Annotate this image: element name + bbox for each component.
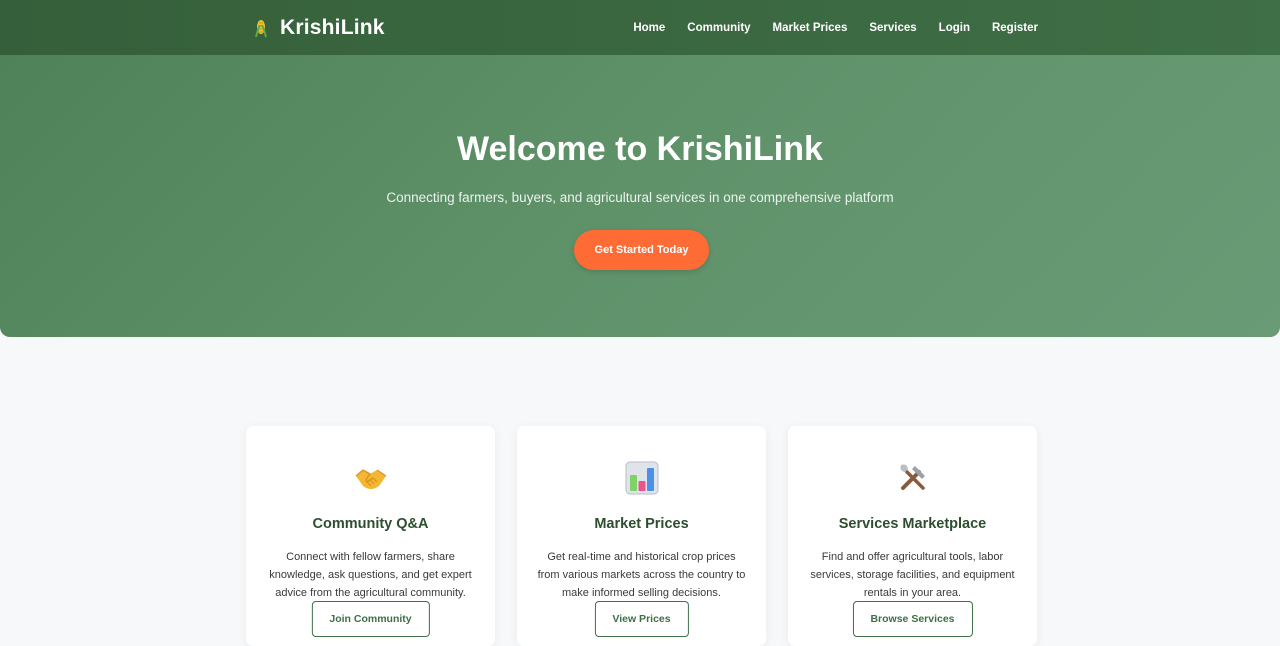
feature-description: Get real-time and historical crop prices…	[537, 551, 746, 599]
feature-description: Find and offer agricultural tools, labor…	[810, 551, 1015, 599]
view-prices-button[interactable]: View Prices	[594, 601, 689, 637]
feature-card-community: Community Q&A Connect with fellow farmer…	[246, 426, 495, 646]
feature-title: Community Q&A	[312, 516, 429, 532]
nav-register[interactable]: Register	[992, 22, 1038, 34]
hero-title: Welcome to KrishiLink	[457, 130, 823, 168]
feature-card-market: Market Prices Get real-time and historic…	[517, 426, 766, 646]
hero-section: Welcome to KrishiLink Connecting farmers…	[0, 55, 1280, 337]
handshake-icon	[355, 469, 386, 489]
browse-services-button[interactable]: Browse Services	[852, 601, 973, 637]
features-section: Community Q&A Connect with fellow farmer…	[246, 426, 1038, 646]
navbar: KrishiLink Home Community Market Prices …	[0, 0, 1280, 55]
nav-market-prices[interactable]: Market Prices	[773, 22, 848, 34]
nav-links: Home Community Market Prices Services Lo…	[633, 0, 1038, 55]
bar-chart-icon	[625, 461, 658, 495]
feature-title: Services Marketplace	[838, 516, 987, 532]
corn-icon	[255, 19, 267, 37]
hero-subtitle: Connecting farmers, buyers, and agricult…	[386, 190, 894, 205]
nav-community[interactable]: Community	[687, 22, 750, 34]
tools-icon	[900, 464, 925, 490]
feature-title: Market Prices	[594, 516, 689, 532]
nav-services[interactable]: Services	[869, 22, 916, 34]
join-community-button[interactable]: Join Community	[311, 601, 430, 637]
brand-logo[interactable]: KrishiLink	[250, 0, 385, 55]
nav-login[interactable]: Login	[939, 22, 970, 34]
nav-home[interactable]: Home	[633, 22, 665, 34]
feature-description: Connect with fellow farmers, share knowl…	[269, 551, 472, 599]
get-started-button[interactable]: Get Started Today	[574, 230, 709, 270]
brand-name: KrishiLink	[280, 15, 385, 39]
feature-card-services: Services Marketplace Find and offer agri…	[788, 426, 1037, 646]
